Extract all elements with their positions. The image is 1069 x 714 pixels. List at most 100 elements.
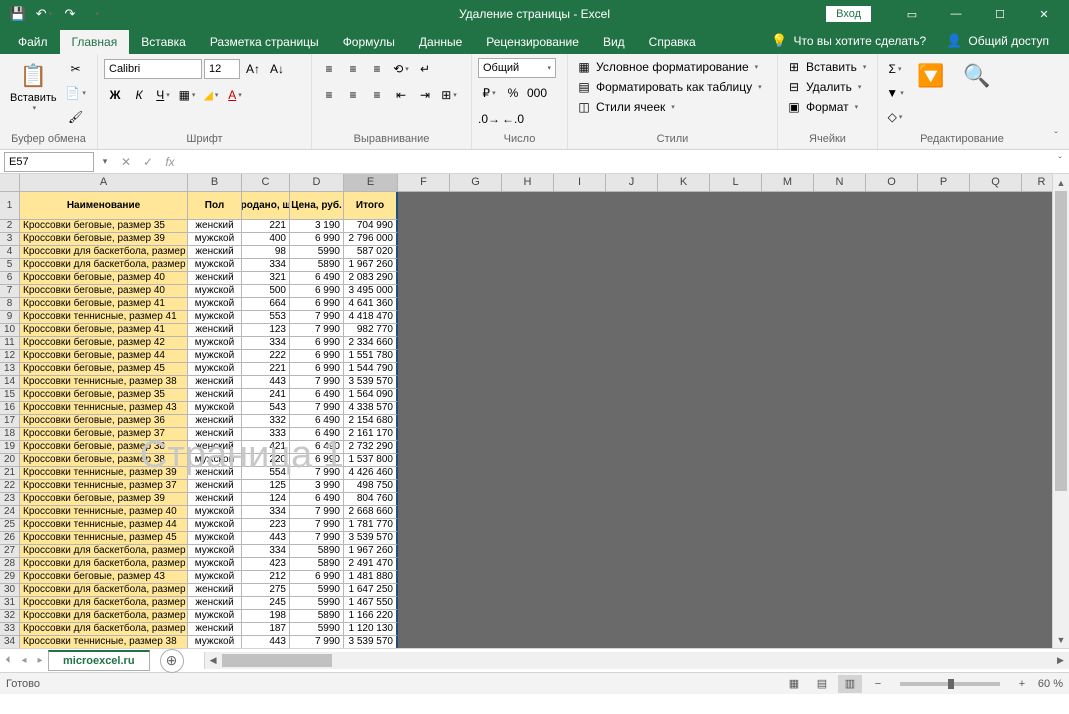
- data-cell[interactable]: 7 990: [290, 506, 344, 519]
- data-cell[interactable]: женский: [188, 428, 242, 441]
- row-header[interactable]: 28: [0, 558, 20, 571]
- data-cell[interactable]: 5990: [290, 584, 344, 597]
- data-cell[interactable]: 543: [242, 402, 290, 415]
- data-cell[interactable]: 1 564 090: [344, 389, 398, 402]
- header-cell[interactable]: Наименование: [20, 192, 188, 220]
- tab-page-layout[interactable]: Разметка страницы: [198, 30, 331, 54]
- header-cell[interactable]: Итого: [344, 192, 398, 220]
- data-cell[interactable]: Кроссовки беговые, размер 37: [20, 428, 188, 441]
- data-cell[interactable]: мужской: [188, 545, 242, 558]
- zoom-thumb[interactable]: [948, 679, 954, 689]
- data-cell[interactable]: мужской: [188, 311, 242, 324]
- row-header[interactable]: 5: [0, 259, 20, 272]
- data-cell[interactable]: 4 418 470: [344, 311, 398, 324]
- wrap-text-icon[interactable]: ↵: [414, 58, 436, 80]
- data-cell[interactable]: 3 990: [290, 480, 344, 493]
- data-cell[interactable]: 2 796 000: [344, 233, 398, 246]
- increase-indent-icon[interactable]: ⇥: [414, 84, 436, 106]
- align-center-icon[interactable]: ≡: [342, 84, 364, 106]
- paste-button[interactable]: 📋 Вставить▾: [6, 58, 61, 114]
- data-cell[interactable]: 4 338 570: [344, 402, 398, 415]
- row-header[interactable]: 22: [0, 480, 20, 493]
- data-cell[interactable]: 220: [242, 454, 290, 467]
- data-cell[interactable]: 7 990: [290, 467, 344, 480]
- increase-font-icon[interactable]: A↑: [242, 58, 264, 80]
- page-break-view-icon[interactable]: ▥: [838, 675, 862, 693]
- expand-formula-bar-icon[interactable]: ˇ: [1051, 156, 1069, 167]
- header-cell[interactable]: Продано, шт.: [242, 192, 290, 220]
- data-cell[interactable]: 7 990: [290, 376, 344, 389]
- data-cell[interactable]: Кроссовки беговые, размер 35: [20, 389, 188, 402]
- data-cell[interactable]: 332: [242, 415, 290, 428]
- data-cell[interactable]: Кроссовки для баскетбола, размер 44: [20, 610, 188, 623]
- data-cell[interactable]: 1 551 780: [344, 350, 398, 363]
- data-cell[interactable]: 443: [242, 636, 290, 648]
- data-cell[interactable]: мужской: [188, 402, 242, 415]
- row-header[interactable]: 6: [0, 272, 20, 285]
- horizontal-scrollbar[interactable]: ◀ ▶: [204, 652, 1069, 669]
- data-cell[interactable]: 1 544 790: [344, 363, 398, 376]
- data-cell[interactable]: женский: [188, 584, 242, 597]
- close-icon[interactable]: ✕: [1023, 0, 1065, 28]
- normal-view-icon[interactable]: ▦: [782, 675, 806, 693]
- data-cell[interactable]: 553: [242, 311, 290, 324]
- data-cell[interactable]: 98: [242, 246, 290, 259]
- data-cell[interactable]: Кроссовки для баскетбола, размер 39: [20, 246, 188, 259]
- data-cell[interactable]: Кроссовки для баскетбола, размер 41: [20, 545, 188, 558]
- save-icon[interactable]: 💾: [6, 3, 30, 25]
- data-cell[interactable]: 1 967 260: [344, 259, 398, 272]
- data-cell[interactable]: мужской: [188, 571, 242, 584]
- row-header[interactable]: 25: [0, 519, 20, 532]
- insert-cells-button[interactable]: ⊞Вставить▾: [784, 58, 868, 76]
- row-header[interactable]: 11: [0, 337, 20, 350]
- redo-icon[interactable]: ↷: [58, 3, 82, 25]
- data-cell[interactable]: мужской: [188, 233, 242, 246]
- data-cell[interactable]: 2 491 470: [344, 558, 398, 571]
- scroll-down-icon[interactable]: ▼: [1053, 631, 1069, 648]
- data-cell[interactable]: 5890: [290, 545, 344, 558]
- data-cell[interactable]: 222: [242, 350, 290, 363]
- data-cell[interactable]: 2 732 290: [344, 441, 398, 454]
- fill-color-icon[interactable]: ◢▾: [200, 84, 222, 106]
- minimize-icon[interactable]: —: [935, 0, 977, 28]
- format-painter-icon[interactable]: 🖌: [65, 106, 87, 128]
- data-cell[interactable]: 6 990: [290, 285, 344, 298]
- data-cell[interactable]: 1 120 130: [344, 623, 398, 636]
- copy-icon[interactable]: 📄▾: [65, 82, 87, 104]
- column-header[interactable]: N: [814, 174, 866, 192]
- data-cell[interactable]: мужской: [188, 506, 242, 519]
- data-cell[interactable]: 704 990: [344, 220, 398, 233]
- tab-file[interactable]: Файл: [6, 30, 60, 54]
- merge-icon[interactable]: ⊞▾: [438, 84, 460, 106]
- format-as-table-button[interactable]: ▤Форматировать как таблицу▾: [574, 78, 764, 96]
- row-header[interactable]: 7: [0, 285, 20, 298]
- data-cell[interactable]: 6 990: [290, 337, 344, 350]
- data-cell[interactable]: 400: [242, 233, 290, 246]
- data-cell[interactable]: 1 166 220: [344, 610, 398, 623]
- zoom-in-button[interactable]: +: [1010, 675, 1034, 693]
- font-color-icon[interactable]: А▾: [224, 84, 246, 106]
- sheet-nav-next-icon[interactable]: ▸: [32, 651, 48, 671]
- data-cell[interactable]: мужской: [188, 350, 242, 363]
- data-cell[interactable]: Кроссовки теннисные, размер 44: [20, 519, 188, 532]
- zoom-slider[interactable]: [900, 682, 1000, 686]
- data-cell[interactable]: женский: [188, 623, 242, 636]
- data-cell[interactable]: 2 334 660: [344, 337, 398, 350]
- data-cell[interactable]: 221: [242, 363, 290, 376]
- column-header[interactable]: J: [606, 174, 658, 192]
- align-top-icon[interactable]: ≡: [318, 58, 340, 80]
- conditional-formatting-button[interactable]: ▦Условное форматирование▾: [574, 58, 764, 76]
- row-header[interactable]: 23: [0, 493, 20, 506]
- data-cell[interactable]: женский: [188, 220, 242, 233]
- data-cell[interactable]: Кроссовки беговые, размер 40: [20, 285, 188, 298]
- undo-icon[interactable]: ↶▾: [32, 3, 56, 25]
- data-cell[interactable]: 587 020: [344, 246, 398, 259]
- row-header[interactable]: 27: [0, 545, 20, 558]
- data-cell[interactable]: Кроссовки теннисные, размер 40: [20, 506, 188, 519]
- data-cell[interactable]: 1 647 250: [344, 584, 398, 597]
- data-cell[interactable]: 223: [242, 519, 290, 532]
- column-header[interactable]: C: [242, 174, 290, 192]
- data-cell[interactable]: мужской: [188, 636, 242, 648]
- data-cell[interactable]: женский: [188, 415, 242, 428]
- data-cell[interactable]: 3 495 000: [344, 285, 398, 298]
